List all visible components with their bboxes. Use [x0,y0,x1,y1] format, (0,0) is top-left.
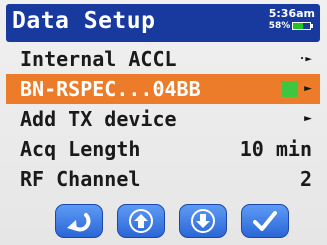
confirm-button[interactable] [241,204,289,238]
menu-item-acq-length[interactable]: Acq Length 10 min [6,134,320,164]
menu-item-label: RF Channel [20,167,141,191]
device-screen: Data Setup 5:36am 58% Internal ACCL ·► B… [0,0,327,245]
checkmark-icon [253,211,277,231]
battery-status: 58% [269,20,315,32]
chevron-right-icon: ► [304,81,312,96]
menu-item-bn-rspec[interactable]: BN-RSPEC...04BB ► [6,74,320,104]
menu-item-label: BN-RSPEC...04BB [20,77,201,101]
menu-item-value: 10 min [239,137,312,161]
up-button[interactable] [117,204,165,238]
device-status-indicator [282,81,298,97]
menu-item-rf-channel[interactable]: RF Channel 2 [6,164,320,194]
chevron-right-icon: ·► [298,52,312,65]
menu-item-label: Acq Length [20,137,141,161]
back-button[interactable] [55,204,103,238]
back-icon [67,213,91,232]
battery-icon [292,22,314,30]
menu-item-label: Internal ACCL [20,47,177,71]
up-arrow-icon [129,209,153,233]
page-title: Data Setup [12,8,156,34]
chevron-right-icon: ► [304,111,312,126]
title-bar: Data Setup 5:36am 58% [6,4,320,42]
battery-percent: 58% [268,21,291,31]
status-area: 5:36am 58% [269,7,315,32]
clock: 5:36am [268,7,315,20]
menu-item-label: Add TX device [20,107,177,131]
menu-item-internal-accl[interactable]: Internal ACCL ·► [6,44,320,74]
battery-fill [293,23,304,29]
menu-item-add-tx-device[interactable]: Add TX device ► [6,104,320,134]
setup-menu: Internal ACCL ·► BN-RSPEC...04BB ► Add T… [6,44,320,194]
menu-item-value: 2 [299,167,312,191]
down-button[interactable] [179,204,227,238]
softkey-bar [55,204,315,240]
down-arrow-icon [191,209,215,233]
